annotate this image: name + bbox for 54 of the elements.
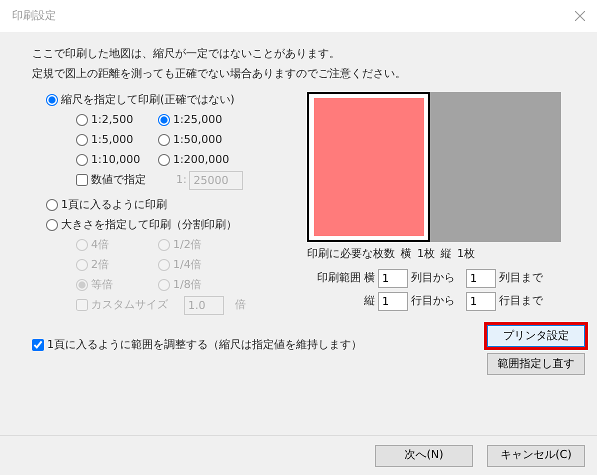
option-label: 2倍	[91, 256, 109, 273]
message-text: 定規で図上の距離を測っても正確でない場合ありますのでご注意ください。	[32, 66, 407, 82]
radio-button[interactable]	[158, 114, 170, 126]
option-label: 1:200,000	[173, 152, 230, 168]
dialog-button[interactable]: キャンセル(C)	[487, 444, 585, 466]
radio-button[interactable]	[46, 219, 58, 231]
axis-label: 横	[400, 246, 412, 262]
option-label: 数値で指定	[91, 172, 146, 188]
sheets-label: 印刷に必要な枚数	[307, 246, 395, 262]
range-suffix: 行目から	[411, 292, 456, 309]
range-suffix: 列目まで	[499, 270, 543, 286]
input-field[interactable]: 1	[378, 268, 408, 288]
dialog-button[interactable]: 次へ(N)	[375, 444, 473, 466]
checkbox[interactable]	[32, 339, 44, 351]
option-label: 縮尺を指定して印刷(正確ではない)	[61, 92, 235, 108]
axis-label: 横	[364, 270, 375, 286]
option-label: 1/8倍	[173, 276, 202, 293]
radio-button[interactable]	[158, 134, 170, 146]
radio-button[interactable]	[158, 154, 170, 166]
close-icon[interactable]	[575, 11, 585, 21]
option-label: 4倍	[91, 236, 109, 253]
radio-button[interactable]	[46, 199, 58, 211]
option-label: 1:5,000	[91, 132, 134, 148]
option-label: 1頁に入るように範囲を調整する（縮尺は指定値を維持します）	[47, 336, 362, 353]
axis-label: 縦	[440, 246, 452, 262]
option-label: 1/4倍	[173, 256, 202, 273]
dialog-button[interactable]: プリンタ設定	[487, 325, 585, 347]
radio-button[interactable]	[76, 114, 88, 126]
radio-button[interactable]	[76, 154, 88, 166]
message-text: ここで印刷した地図は、縮尺が一定ではないことがあります。	[32, 46, 341, 62]
sheet-count: 1枚	[417, 246, 435, 262]
radio-button[interactable]	[46, 94, 58, 106]
input-field[interactable]: 1	[466, 268, 496, 288]
dialog-button[interactable]: 範囲指定し直す	[487, 353, 585, 375]
range-suffix: 行目まで	[499, 292, 543, 309]
option-label: 等倍	[91, 276, 113, 293]
window-title: 印刷設定	[12, 8, 56, 24]
option-label: 1:10,000	[91, 152, 140, 168]
radio-button[interactable]	[76, 134, 88, 146]
input-field[interactable]: 1	[378, 292, 408, 310]
option-label: 1/2倍	[173, 236, 202, 253]
option-label: 1:2,500	[91, 112, 134, 128]
sheet-count: 1枚	[457, 246, 475, 262]
option-label: カスタムサイズ	[91, 296, 168, 313]
option-label: 1:25,000	[173, 112, 222, 128]
option-label: 1頁に入るように印刷	[61, 196, 167, 213]
axis-label: 縦	[364, 292, 375, 309]
scale-prefix: 1:	[176, 172, 187, 188]
option-label: 大きさを指定して印刷（分割印刷）	[61, 216, 237, 233]
range-label: 印刷範囲	[317, 270, 361, 286]
range-suffix: 列目から	[411, 270, 456, 286]
unit-label: 倍	[235, 296, 246, 313]
input-field[interactable]: 1	[466, 292, 496, 310]
option-label: 1:50,000	[173, 132, 222, 148]
